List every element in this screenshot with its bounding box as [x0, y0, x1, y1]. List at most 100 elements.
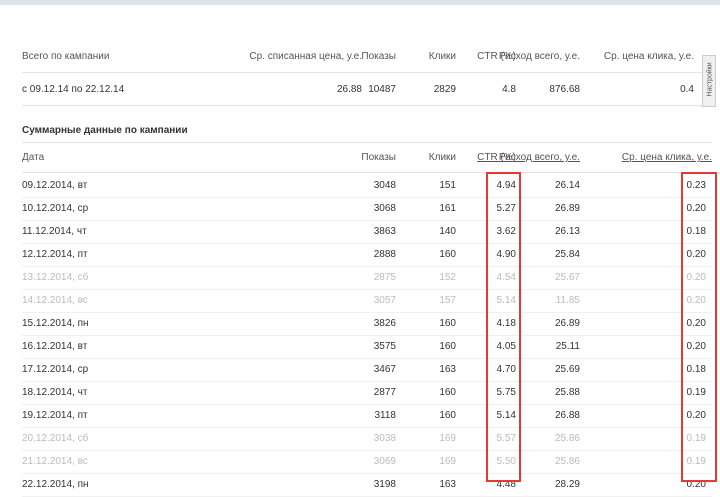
table-row: 12.12.2014, пт 2888 160 4.90 25.84 0.20	[22, 244, 712, 266]
table-row: 15.12.2014, пн 3826 160 4.18 26.89 0.20	[22, 313, 712, 335]
summary-row: с 09.12.14 по 22.12.14 26.88 10487 2829 …	[22, 79, 712, 101]
col-header-date[interactable]: Дата	[22, 147, 44, 169]
cell: 157	[439, 295, 456, 306]
cell: 160	[439, 341, 456, 352]
table-row: 11.12.2014, чт 3863 140 3.62 26.13 0.18	[22, 221, 712, 243]
cell: с 09.12.14 по 22.12.14	[22, 84, 125, 95]
settings-tab[interactable]: Настройки	[702, 55, 716, 107]
col-header-clicks[interactable]: Клики	[429, 147, 456, 169]
cell: 26.89	[554, 203, 580, 214]
table-row: 14.12.2014, вс 3057 157 5.14 11.85 0.20	[22, 290, 712, 312]
divider	[22, 72, 712, 73]
cell: 160	[439, 387, 456, 398]
cell: 2888	[373, 249, 396, 260]
table-row: 17.12.2014, ср 3467 163 4.70 25.69 0.18	[22, 359, 712, 381]
divider	[22, 172, 712, 173]
table-row: 20.12.2014, сб 3038 169 5.57 25.86 0.19	[22, 428, 712, 450]
cell: 12.12.2014, пт	[22, 249, 88, 260]
cell: 25.84	[554, 249, 580, 260]
highlight-cpc-column	[681, 172, 717, 482]
cell: 25.11	[555, 341, 580, 352]
cell: 26.14	[554, 180, 580, 191]
cell: 25.67	[554, 272, 580, 283]
table-row: 19.12.2014, пт 3118 160 5.14 26.88 0.20	[22, 405, 712, 427]
cell: 13.12.2014, сб	[22, 272, 89, 283]
cell: 16.12.2014, вт	[22, 341, 88, 352]
cell: 22.12.2014, пн	[22, 479, 89, 490]
cell: 3863	[373, 226, 396, 237]
highlight-ctr-column	[486, 172, 521, 482]
cell: 10.12.2014, ср	[22, 203, 89, 214]
cell: 18.12.2014, чт	[22, 387, 88, 398]
divider	[22, 105, 712, 106]
col-header: Ср. списанная цена, у.е.	[249, 51, 362, 62]
cell: 0.4	[680, 84, 694, 95]
cell: 160	[439, 249, 456, 260]
cell: 11.85	[555, 295, 580, 306]
col-header: Всего по кампании	[22, 51, 110, 62]
cell: 26.13	[554, 226, 580, 237]
cell: 151	[439, 180, 456, 191]
cell: 4.8	[502, 84, 516, 95]
cell: 169	[439, 456, 456, 467]
summary-header: Всего по кампании Ср. списанная цена, у.…	[22, 46, 712, 68]
cell: 11.12.2014, чт	[22, 226, 87, 237]
top-bar	[0, 0, 720, 5]
table-row: 22.12.2014, пн 3198 163 4.48 28.29 0.20	[22, 474, 712, 496]
divider	[22, 142, 712, 143]
cell: 09.12.2014, вт	[22, 180, 88, 191]
cell: 169	[439, 433, 456, 444]
cell: 2829	[433, 84, 456, 95]
cell: 19.12.2014, пт	[22, 410, 88, 421]
cell: 10487	[368, 84, 396, 95]
cell: 25.88	[554, 387, 580, 398]
cell: 26.89	[554, 318, 580, 329]
col-header-impressions[interactable]: Показы	[361, 147, 396, 169]
cell: 160	[439, 410, 456, 421]
cell: 14.12.2014, вс	[22, 295, 88, 306]
cell: 3575	[373, 341, 396, 352]
col-header: Ср. цена клика, у.е.	[603, 51, 694, 62]
col-header: Клики	[428, 51, 456, 62]
cell: 161	[439, 203, 456, 214]
cell: 3057	[373, 295, 396, 306]
cell: 876.68	[549, 84, 580, 95]
cell: 3068	[373, 203, 396, 214]
cell: 2875	[373, 272, 396, 283]
table-row: 21.12.2014, вс 3069 169 5.50 25.86 0.19	[22, 451, 712, 473]
table-row: 16.12.2014, вт 3575 160 4.05 25.11 0.20	[22, 336, 712, 358]
cell: 3198	[373, 479, 396, 490]
cell: 26.88	[336, 84, 362, 95]
cell: 3048	[373, 180, 396, 191]
cell: 3118	[374, 410, 396, 421]
cell: 25.86	[554, 433, 580, 444]
table-row: 18.12.2014, чт 2877 160 5.75 25.88 0.19	[22, 382, 712, 404]
cell: 160	[439, 318, 456, 329]
cell: 15.12.2014, пн	[22, 318, 89, 329]
cell: 163	[439, 364, 456, 375]
cell: 26.88	[554, 410, 580, 421]
section-title: Суммарные данные по кампании	[22, 125, 188, 136]
cell: 3826	[373, 318, 396, 329]
table-row: 10.12.2014, ср 3068 161 5.27 26.89 0.20	[22, 198, 712, 220]
cell: 28.29	[554, 479, 580, 490]
cell: 3467	[373, 364, 396, 375]
cell: 140	[439, 226, 456, 237]
cell: 21.12.2014, вс	[22, 456, 88, 467]
col-header-spend[interactable]: Расход всего, у.е.	[499, 147, 580, 169]
daily-header: Дата Показы Клики CTR (%) Расход всего, …	[22, 147, 712, 169]
cell: 152	[439, 272, 456, 283]
cell: 17.12.2014, ср	[22, 364, 89, 375]
table-row: 09.12.2014, вт 3048 151 4.94 26.14 0.23	[22, 175, 712, 197]
cell: 3038	[373, 433, 396, 444]
cell: 25.86	[554, 456, 580, 467]
cell: 25.69	[554, 364, 580, 375]
col-header-avg-cpc[interactable]: Ср. цена клика, у.е.	[622, 147, 712, 169]
cell: 20.12.2014, сб	[22, 433, 89, 444]
col-header: Расход всего, у.е.	[498, 51, 580, 62]
cell: 2877	[373, 387, 396, 398]
cell: 3069	[373, 456, 396, 467]
col-header: Показы	[361, 51, 396, 62]
settings-tab-label: Настройки	[706, 62, 714, 97]
table-row: 13.12.2014, сб 2875 152 4.54 25.67 0.20	[22, 267, 712, 289]
